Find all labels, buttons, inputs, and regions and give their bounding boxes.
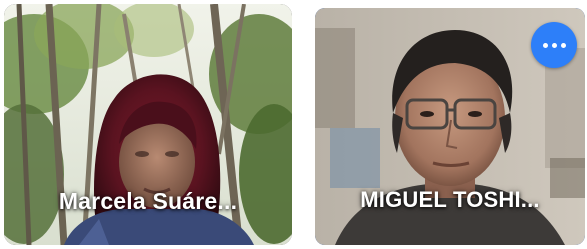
more-horizontal-icon-dot bbox=[560, 42, 566, 48]
more-options-button[interactable] bbox=[531, 22, 577, 68]
participant-tile-miguel[interactable]: MIGUEL TOSHI... bbox=[315, 8, 585, 245]
more-horizontal-icon-dot bbox=[551, 42, 557, 48]
participant-name-label: MIGUEL TOSHI... bbox=[360, 187, 540, 212]
participant-name-label: Marcela Suáre... bbox=[58, 188, 238, 214]
video-grid: Marcela Suáre... MIGUEL TOSHI... bbox=[0, 0, 587, 249]
more-horizontal-icon bbox=[542, 42, 548, 48]
participant-tile-marcela[interactable]: Marcela Suáre... bbox=[4, 4, 292, 245]
